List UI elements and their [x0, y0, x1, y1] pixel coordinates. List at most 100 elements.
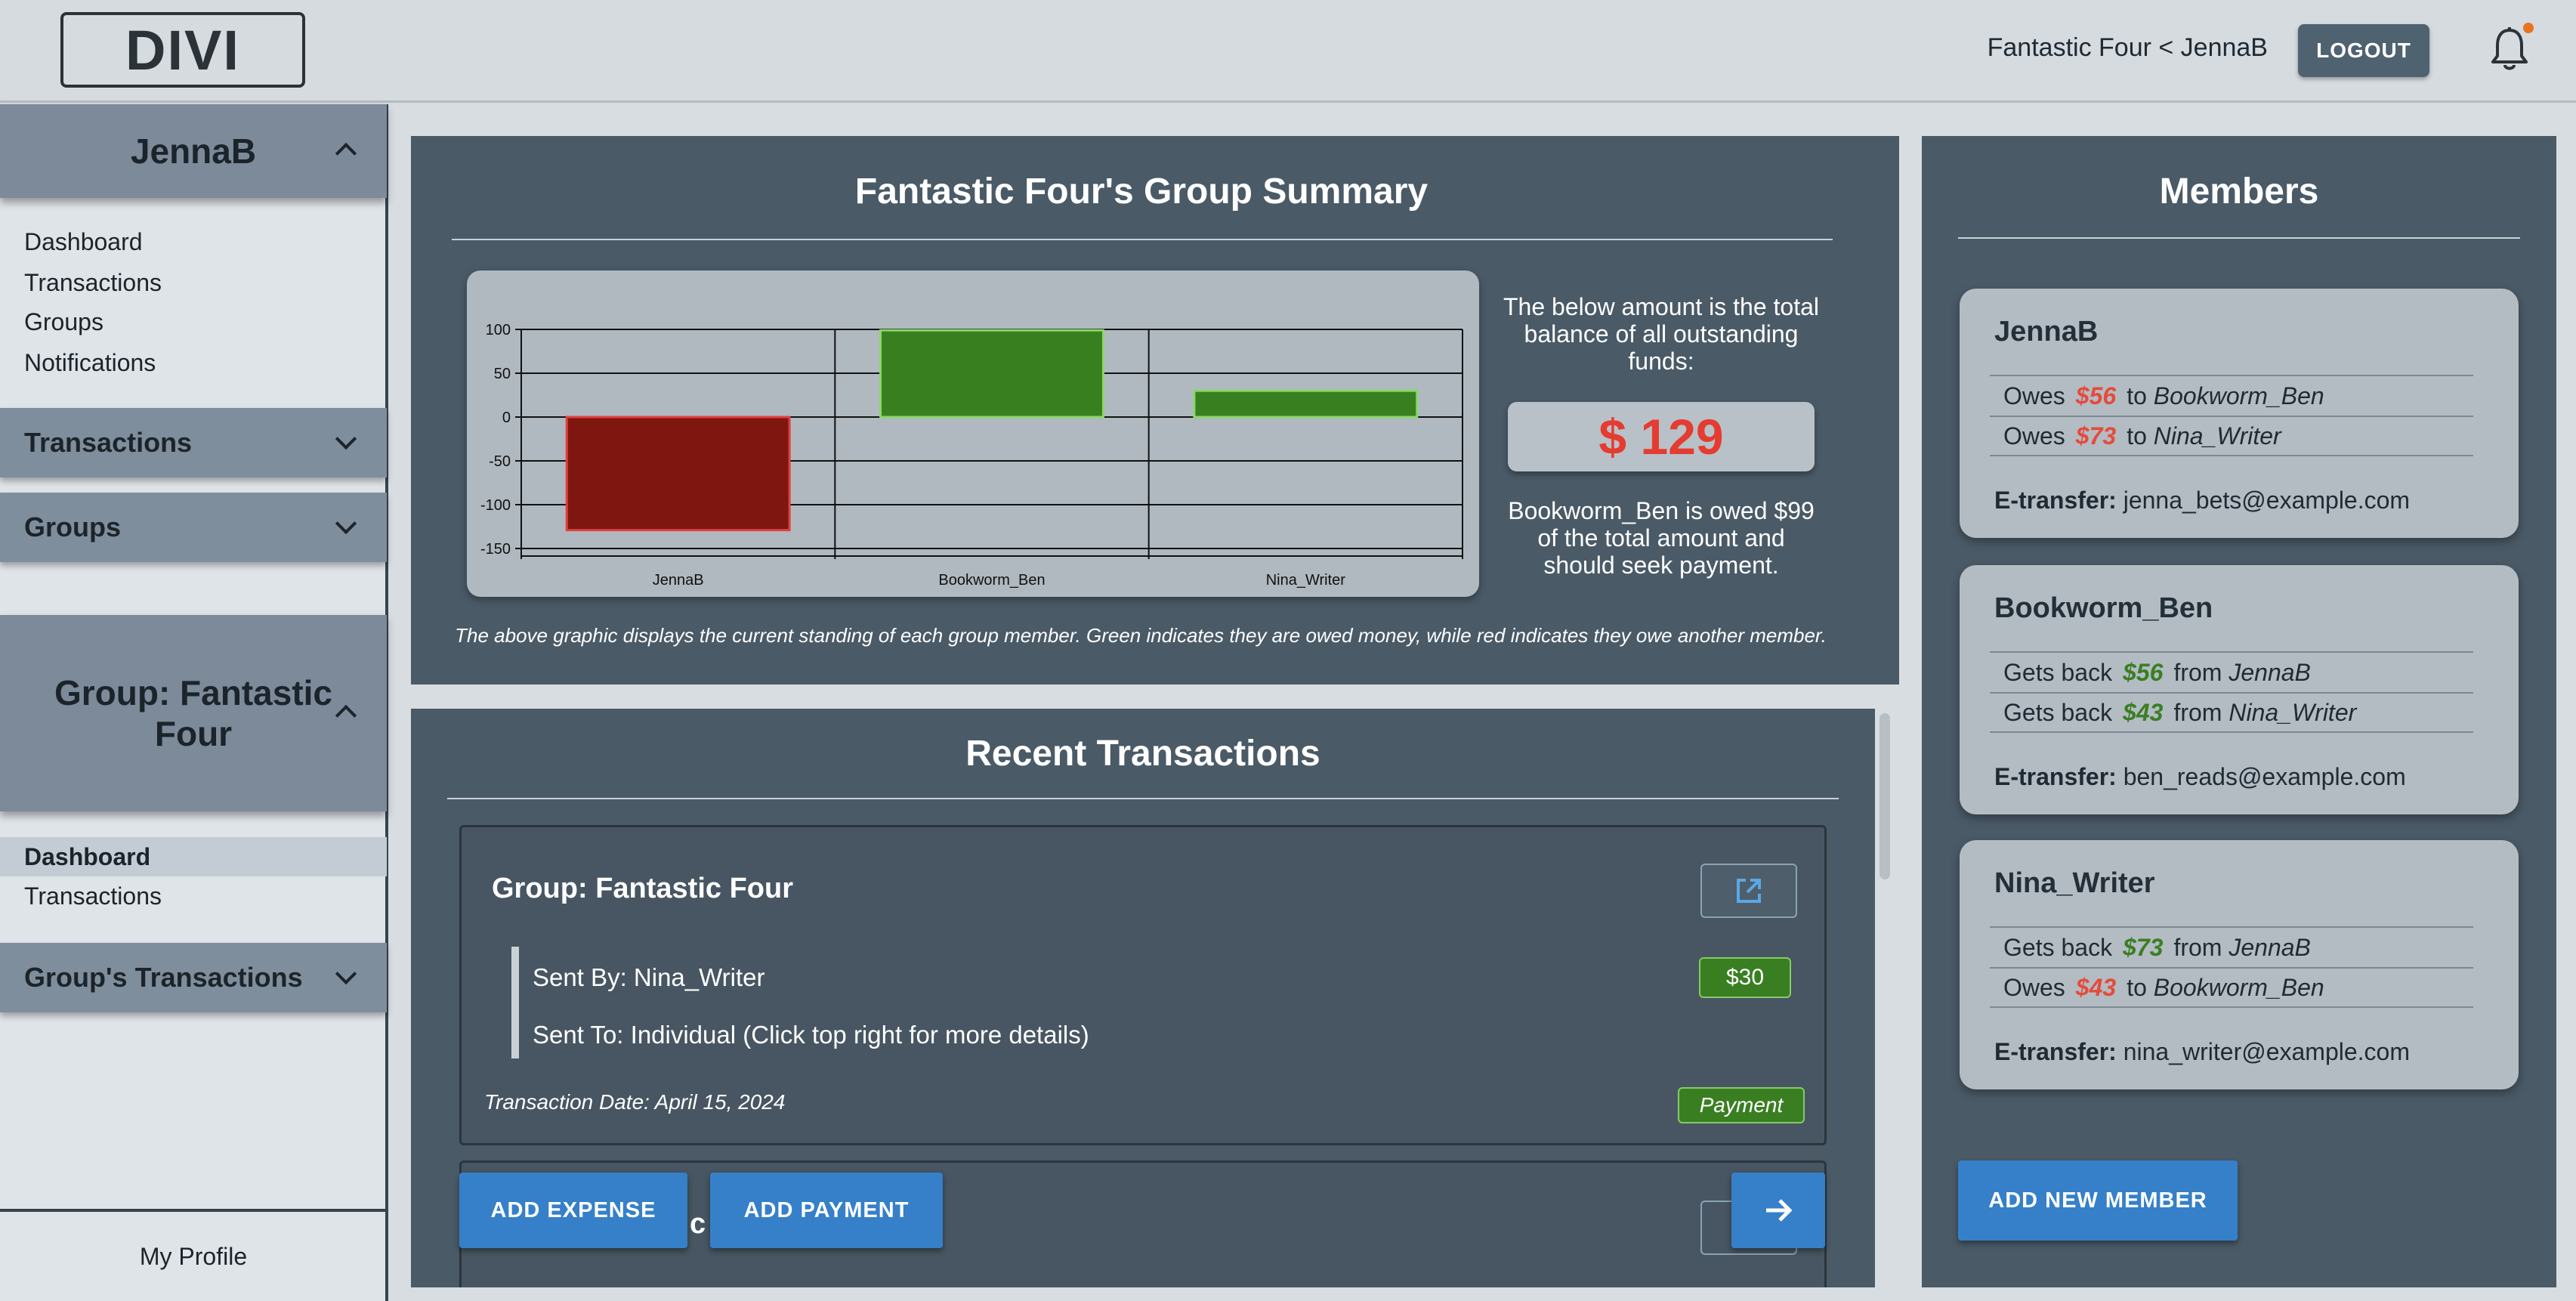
row-person: Bookworm_Ben	[2153, 973, 2324, 1001]
row-amount: $73	[2123, 933, 2164, 961]
row-amount: $43	[2123, 698, 2164, 726]
sidebar-section-label: Groups	[24, 511, 122, 542]
y-tick-label: -150	[480, 541, 511, 558]
sidebar-section-label: Group: Fantastic Four	[54, 673, 333, 753]
row-verb: Owes	[2003, 382, 2065, 409]
transaction-sent-by: Sent By: Nina_Writer	[533, 963, 765, 991]
sidebar: JennaB Dashboard Transactions Groups Not…	[0, 104, 388, 1301]
transaction-detail-bar	[511, 947, 519, 1058]
transaction-group: c	[690, 1208, 706, 1240]
etransfer-label: E-transfer:	[1994, 763, 2117, 790]
divider	[447, 798, 1839, 799]
member-balance-row: Gets back $56 from JennaB	[1990, 651, 2473, 692]
add-payment-button[interactable]: ADD PAYMENT	[710, 1173, 943, 1248]
divider	[1958, 237, 2520, 239]
sidebar-item-groups[interactable]: Groups	[24, 308, 103, 336]
row-verb: Gets back	[2003, 658, 2113, 686]
y-tick-label: 0	[502, 409, 511, 426]
chevron-down-icon	[335, 428, 357, 450]
transaction-sent-to: Sent To: Individual (Click top right for…	[533, 1021, 1089, 1049]
open-transaction-button[interactable]	[1700, 864, 1797, 918]
bar-Nina_Writer	[1193, 389, 1419, 419]
divider	[452, 239, 1833, 240]
bar-Bookworm_Ben	[879, 329, 1104, 419]
balance-note: The below amount is the total balance of…	[1503, 293, 1820, 375]
member-etransfer: E-transfer: ben_reads@example.com	[1994, 763, 2406, 791]
row-person: Nina_Writer	[2229, 698, 2357, 726]
balance-chart: 100 50 0 -50 -100 -150 JennaB Bookworm_Ben Nina_…	[467, 270, 1479, 597]
member-name: JennaB	[1994, 316, 2099, 348]
bar-JennaB	[565, 416, 791, 532]
chart-canvas: 100 50 0 -50 -100 -150 JennaB Bookworm_Ben Nina_…	[480, 322, 1463, 589]
row-amount: $56	[2123, 658, 2164, 686]
add-new-member-button[interactable]: ADD NEW MEMBER	[1958, 1160, 2238, 1241]
sidebar-item-group-transactions[interactable]: Transactions	[24, 882, 162, 910]
member-name: Bookworm_Ben	[1994, 592, 2213, 624]
row-prep: to	[2127, 422, 2147, 450]
app-logo[interactable]: DIVI	[60, 12, 305, 88]
external-link-icon	[1737, 879, 1761, 903]
next-button[interactable]	[1731, 1173, 1825, 1248]
bell-icon[interactable]	[2488, 26, 2531, 74]
chart-caption: The above graphic displays the current s…	[455, 624, 1827, 647]
row-verb: Gets back	[2003, 698, 2113, 726]
member-card: JennaB Owes $56 to Bookworm_Ben Owes $73…	[1960, 289, 2519, 538]
sidebar-item-group-dashboard[interactable]: Dashboard	[24, 843, 150, 871]
sidebar-item-dashboard[interactable]: Dashboard	[24, 228, 143, 256]
y-tick-label: 100	[486, 322, 511, 338]
row-person: Bookworm_Ben	[2153, 382, 2324, 409]
member-balance-row: Owes $73 to Nina_Writer	[1990, 416, 2473, 456]
row-prep: from	[2173, 698, 2222, 726]
row-amount: $43	[2075, 973, 2117, 1001]
etransfer-label: E-transfer:	[1994, 1038, 2117, 1065]
logout-button[interactable]: LOGOUT	[2298, 24, 2429, 77]
sidebar-item-notifications[interactable]: Notifications	[24, 349, 156, 377]
row-person: Nina_Writer	[2153, 422, 2281, 450]
row-person: JennaB	[2229, 658, 2311, 686]
row-prep: from	[2173, 658, 2222, 686]
scrollbar[interactable]	[1879, 713, 1890, 879]
my-profile-link[interactable]: My Profile	[0, 1209, 387, 1301]
chevron-down-icon	[335, 512, 357, 535]
sidebar-section-label: JennaB	[130, 131, 257, 171]
transaction-card: Group: Fantastic Four Sent By: Nina_Writ…	[459, 825, 1827, 1145]
add-expense-button[interactable]: ADD EXPENSE	[459, 1173, 687, 1248]
transaction-type-badge: Payment	[1678, 1087, 1805, 1123]
member-etransfer: E-transfer: jenna_bets@example.com	[1994, 487, 2410, 515]
transaction-amount: $30	[1699, 957, 1791, 998]
member-card: Nina_Writer Gets back $73 from JennaB Ow…	[1960, 840, 2519, 1089]
row-verb: Owes	[2003, 422, 2065, 450]
etransfer-email: nina_writer@example.com	[2123, 1038, 2410, 1065]
member-card: Bookworm_Ben Gets back $56 from JennaB G…	[1960, 565, 2519, 814]
y-tick-label: -100	[480, 497, 511, 514]
etransfer-email: ben_reads@example.com	[2123, 763, 2406, 790]
sidebar-item-transactions[interactable]: Transactions	[24, 269, 162, 297]
sidebar-section-transactions[interactable]: Transactions	[0, 408, 387, 477]
sidebar-section-group[interactable]: Group: Fantastic Four	[0, 615, 387, 811]
transactions-title: Recent Transactions	[965, 734, 1320, 774]
total-balance: $ 129	[1508, 402, 1815, 471]
notification-dot	[2523, 23, 2534, 33]
member-etransfer: E-transfer: nina_writer@example.com	[1994, 1038, 2410, 1066]
breadcrumb: Fantastic Four < JennaB	[1987, 33, 2268, 62]
x-tick-label: Nina_Writer	[1266, 572, 1346, 589]
row-amount: $56	[2075, 382, 2117, 409]
page-bottom-strip	[388, 1287, 2576, 1301]
sidebar-section-group-transactions[interactable]: Group's Transactions	[0, 943, 387, 1012]
etransfer-label: E-transfer:	[1994, 487, 2117, 514]
member-balance-row: Gets back $73 from JennaB	[1990, 926, 2473, 967]
row-person: JennaB	[2229, 933, 2311, 961]
sidebar-section-user[interactable]: JennaB	[0, 104, 387, 198]
member-balance-row: Gets back $43 from Nina_Writer	[1990, 692, 2473, 733]
transaction-group: Group: Fantastic Four	[492, 873, 793, 904]
member-balance-row: Owes $43 to Bookworm_Ben	[1990, 967, 2473, 1008]
row-prep: to	[2127, 973, 2147, 1001]
transaction-date: Transaction Date: April 15, 2024	[484, 1090, 786, 1114]
y-tick-label: 50	[494, 366, 511, 382]
sidebar-section-label: Group's Transactions	[24, 962, 303, 993]
chevron-up-icon	[335, 142, 357, 165]
members-title: Members	[2159, 172, 2319, 212]
chevron-down-icon	[335, 963, 357, 985]
sidebar-section-groups[interactable]: Groups	[0, 493, 387, 562]
etransfer-email: jenna_bets@example.com	[2123, 487, 2411, 514]
